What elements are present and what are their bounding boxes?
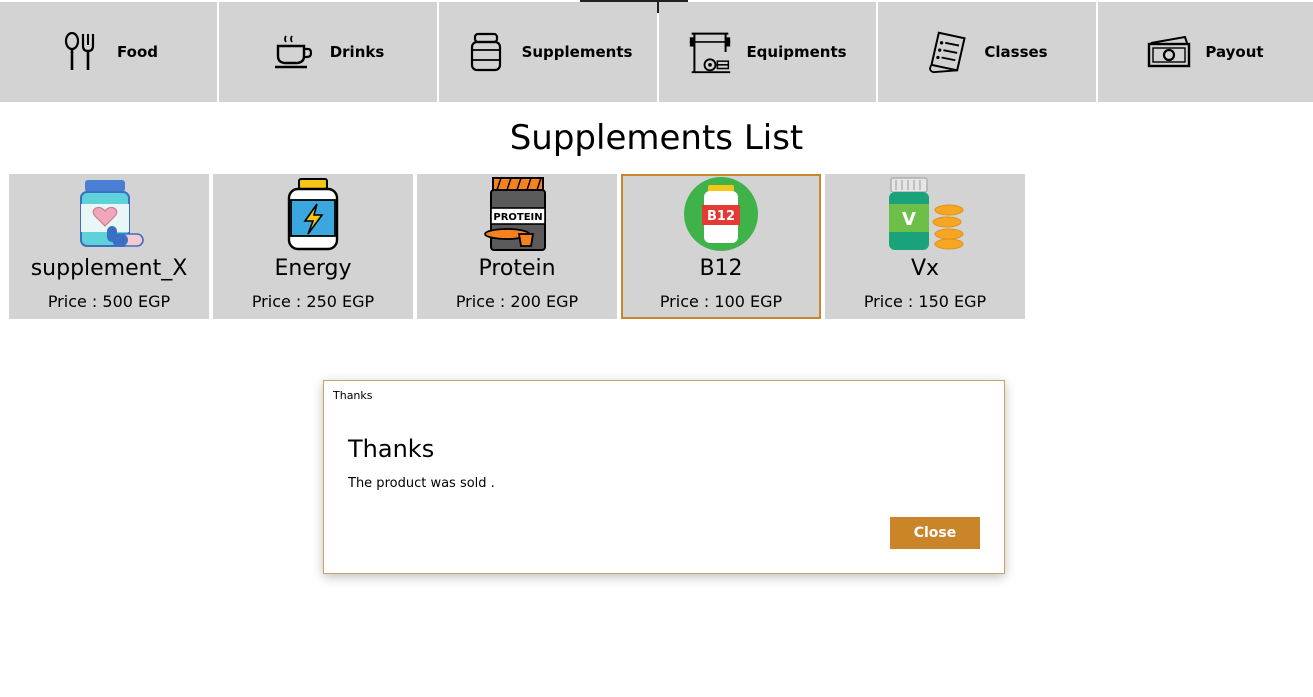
nav-item-drinks[interactable]: Drinks xyxy=(219,2,437,102)
nav-item-payout[interactable]: Payout xyxy=(1098,2,1313,102)
thanks-dialog: Thanks Thanks The product was sold . Clo… xyxy=(323,380,1005,574)
product-card-vx[interactable]: V Vx Price : 150 EGP xyxy=(825,174,1025,319)
product-name: Vx xyxy=(910,256,940,281)
product-price: Price : 150 EGP xyxy=(863,292,987,311)
product-name: B12 xyxy=(699,256,743,281)
supplement-jar-icon xyxy=(464,28,508,76)
product-name: supplement_X xyxy=(30,256,188,281)
product-price: Price : 100 EGP xyxy=(659,292,783,311)
product-name: Energy xyxy=(274,256,352,281)
vitamin-v-bottle-icon: V xyxy=(887,176,964,252)
dialog-heading: Thanks xyxy=(348,435,435,463)
b12-vitamin-icon: B12 xyxy=(683,176,759,252)
nav-item-classes[interactable]: Classes xyxy=(878,2,1096,102)
product-price: Price : 250 EGP xyxy=(251,292,375,311)
nav-label-food: Food xyxy=(117,43,158,61)
dialog-window-title: Thanks xyxy=(333,389,373,402)
product-price: Price : 500 EGP xyxy=(47,292,171,311)
nav-label-supplements: Supplements xyxy=(521,43,633,61)
product-card-protein[interactable]: PROTEIN Protein Price : 200 EGP xyxy=(417,174,617,319)
nav-item-equipments[interactable]: Equipments xyxy=(659,2,876,102)
fork-spoon-icon xyxy=(59,28,103,76)
coffee-cup-icon xyxy=(272,28,316,76)
page-title: Supplements List xyxy=(509,118,804,158)
close-button[interactable]: Close xyxy=(890,517,980,549)
product-card-energy[interactable]: Energy Price : 250 EGP xyxy=(213,174,413,319)
cash-icon xyxy=(1147,28,1191,76)
nav-label-drinks: Drinks xyxy=(329,43,385,61)
schedule-list-icon xyxy=(926,28,970,76)
svg-text:PROTEIN: PROTEIN xyxy=(493,212,542,223)
barbell-rack-icon xyxy=(688,28,732,76)
v-label: V xyxy=(902,209,916,230)
product-name: Protein xyxy=(478,256,556,281)
nav-label-classes: Classes xyxy=(984,43,1048,61)
nav-label-payout: Payout xyxy=(1205,43,1264,61)
nav-item-supplements[interactable]: Supplements xyxy=(439,2,657,102)
product-card-supplement-x[interactable]: supplement_X Price : 500 EGP xyxy=(9,174,209,319)
energy-bottle-icon xyxy=(275,176,351,252)
b12-label: B12 xyxy=(707,209,735,224)
protein-tub-icon: PROTEIN xyxy=(479,176,555,252)
product-card-b12[interactable]: B12 B12 Price : 100 EGP xyxy=(621,174,821,319)
nav-item-food[interactable]: Food xyxy=(0,2,217,102)
product-price: Price : 200 EGP xyxy=(455,292,579,311)
top-nav: Food Drinks Supplements Equipments Class… xyxy=(0,0,1313,102)
dialog-message: The product was sold . xyxy=(348,476,495,491)
nav-label-equipments: Equipments xyxy=(746,43,847,61)
pill-bottle-heart-icon xyxy=(71,176,147,252)
